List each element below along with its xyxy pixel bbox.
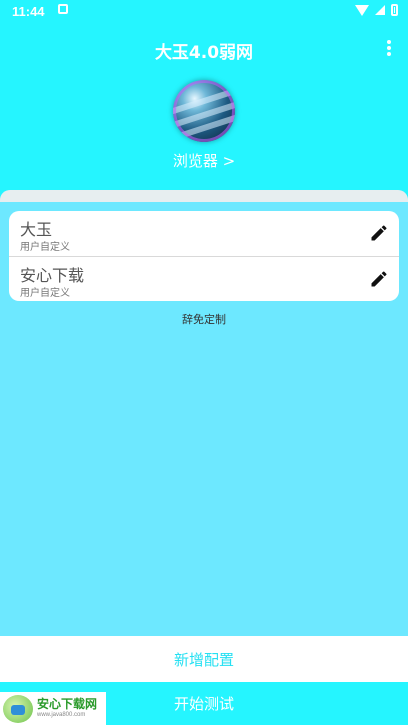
config-name: 大玉 bbox=[20, 220, 53, 239]
status-time: 11:44 bbox=[12, 4, 45, 19]
list-item[interactable]: 安心下载 用户自定义 bbox=[9, 256, 399, 301]
config-type: 用户自定义 bbox=[20, 288, 70, 299]
edit-icon[interactable] bbox=[369, 223, 389, 243]
globe-logo-icon[interactable] bbox=[173, 80, 235, 142]
config-list: 大玉 用户自定义 安心下载 用户自定义 bbox=[9, 211, 399, 301]
config-type: 用户自定义 bbox=[20, 242, 70, 253]
config-name: 安心下载 bbox=[20, 266, 85, 285]
edit-icon[interactable] bbox=[369, 269, 389, 289]
watermark-logo-icon bbox=[3, 694, 33, 723]
list-item[interactable]: 大玉 用户自定义 bbox=[9, 211, 399, 256]
overflow-menu-icon[interactable] bbox=[386, 40, 392, 56]
status-icons bbox=[355, 4, 398, 16]
watermark-url: www.java800.com bbox=[37, 712, 86, 718]
browser-link[interactable]: 浏览器 > bbox=[0, 150, 408, 171]
new-config-button[interactable]: 新增配置 bbox=[0, 636, 408, 682]
status-bar: 11:44 bbox=[0, 0, 408, 22]
wifi-icon bbox=[355, 4, 369, 16]
disclaimer-link[interactable]: 辞免定制 bbox=[0, 311, 408, 327]
battery-icon bbox=[391, 4, 398, 16]
notification-icon bbox=[58, 4, 68, 14]
watermark: 安心下载网 www.java800.com bbox=[0, 692, 106, 725]
app-title: 大玉4.0弱网 bbox=[154, 43, 254, 63]
watermark-name: 安心下载网 bbox=[37, 697, 98, 711]
panel-top-strip bbox=[0, 190, 408, 202]
signal-icon bbox=[375, 5, 385, 15]
